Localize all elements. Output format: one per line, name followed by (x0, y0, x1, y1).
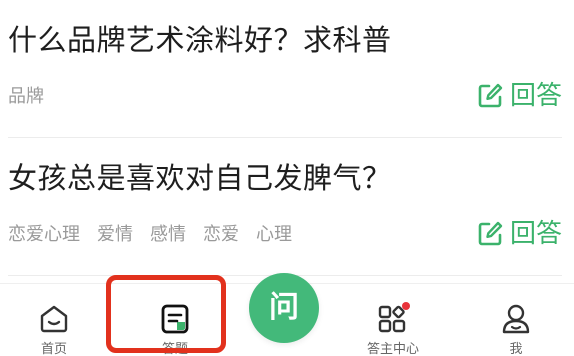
question-title[interactable]: 女孩总是喜欢对自己发脾气？ (8, 158, 562, 198)
tab-me[interactable]: 我 (476, 284, 556, 356)
tab-label: 首页 (40, 342, 67, 356)
answer-label: 回答 (509, 81, 562, 111)
grid-apps-icon (376, 302, 410, 336)
home-icon (37, 302, 71, 336)
divider (8, 137, 562, 138)
answer-button[interactable]: 回答 (476, 80, 562, 112)
tag-list: 品牌 (8, 86, 44, 108)
tab-label: 我 (509, 342, 523, 356)
question-card[interactable]: 什么品牌艺术涂料好？求科普 品牌 回答 (8, 20, 562, 111)
tag[interactable]: 心理 (256, 224, 292, 246)
question-title[interactable]: 什么品牌艺术涂料好？求科普 (8, 20, 562, 60)
edit-square-icon (476, 220, 504, 248)
tag[interactable]: 爱情 (97, 224, 133, 246)
tab-label: 答题 (161, 342, 188, 356)
tag[interactable]: 感情 (150, 224, 186, 246)
tag-list: 恋爱心理 爱情 感情 恋爱 心理 (8, 224, 292, 246)
notification-dot (402, 302, 410, 310)
user-icon (499, 302, 533, 336)
tag[interactable]: 恋爱心理 (8, 224, 80, 246)
question-meta: 品牌 回答 (8, 80, 562, 112)
tab-answer[interactable]: 答题 (135, 284, 215, 356)
answer-button[interactable]: 回答 (476, 218, 562, 250)
tag[interactable]: 恋爱 (203, 224, 239, 246)
question-card[interactable]: 女孩总是喜欢对自己发脾气？ 恋爱心理 爱情 感情 恋爱 心理 回答 (8, 158, 562, 249)
tab-host-center[interactable]: 答主中心 (353, 284, 433, 356)
answer-label: 回答 (509, 219, 562, 249)
ask-question-button[interactable]: 问 (249, 273, 319, 343)
question-meta: 恋爱心理 爱情 感情 恋爱 心理 回答 (8, 218, 562, 250)
tag[interactable]: 品牌 (8, 86, 44, 108)
ask-label: 问 (269, 290, 299, 325)
edit-square-icon (476, 82, 504, 110)
document-icon (158, 302, 192, 336)
tab-label: 答主中心 (366, 342, 419, 356)
tab-home[interactable]: 首页 (14, 284, 94, 356)
